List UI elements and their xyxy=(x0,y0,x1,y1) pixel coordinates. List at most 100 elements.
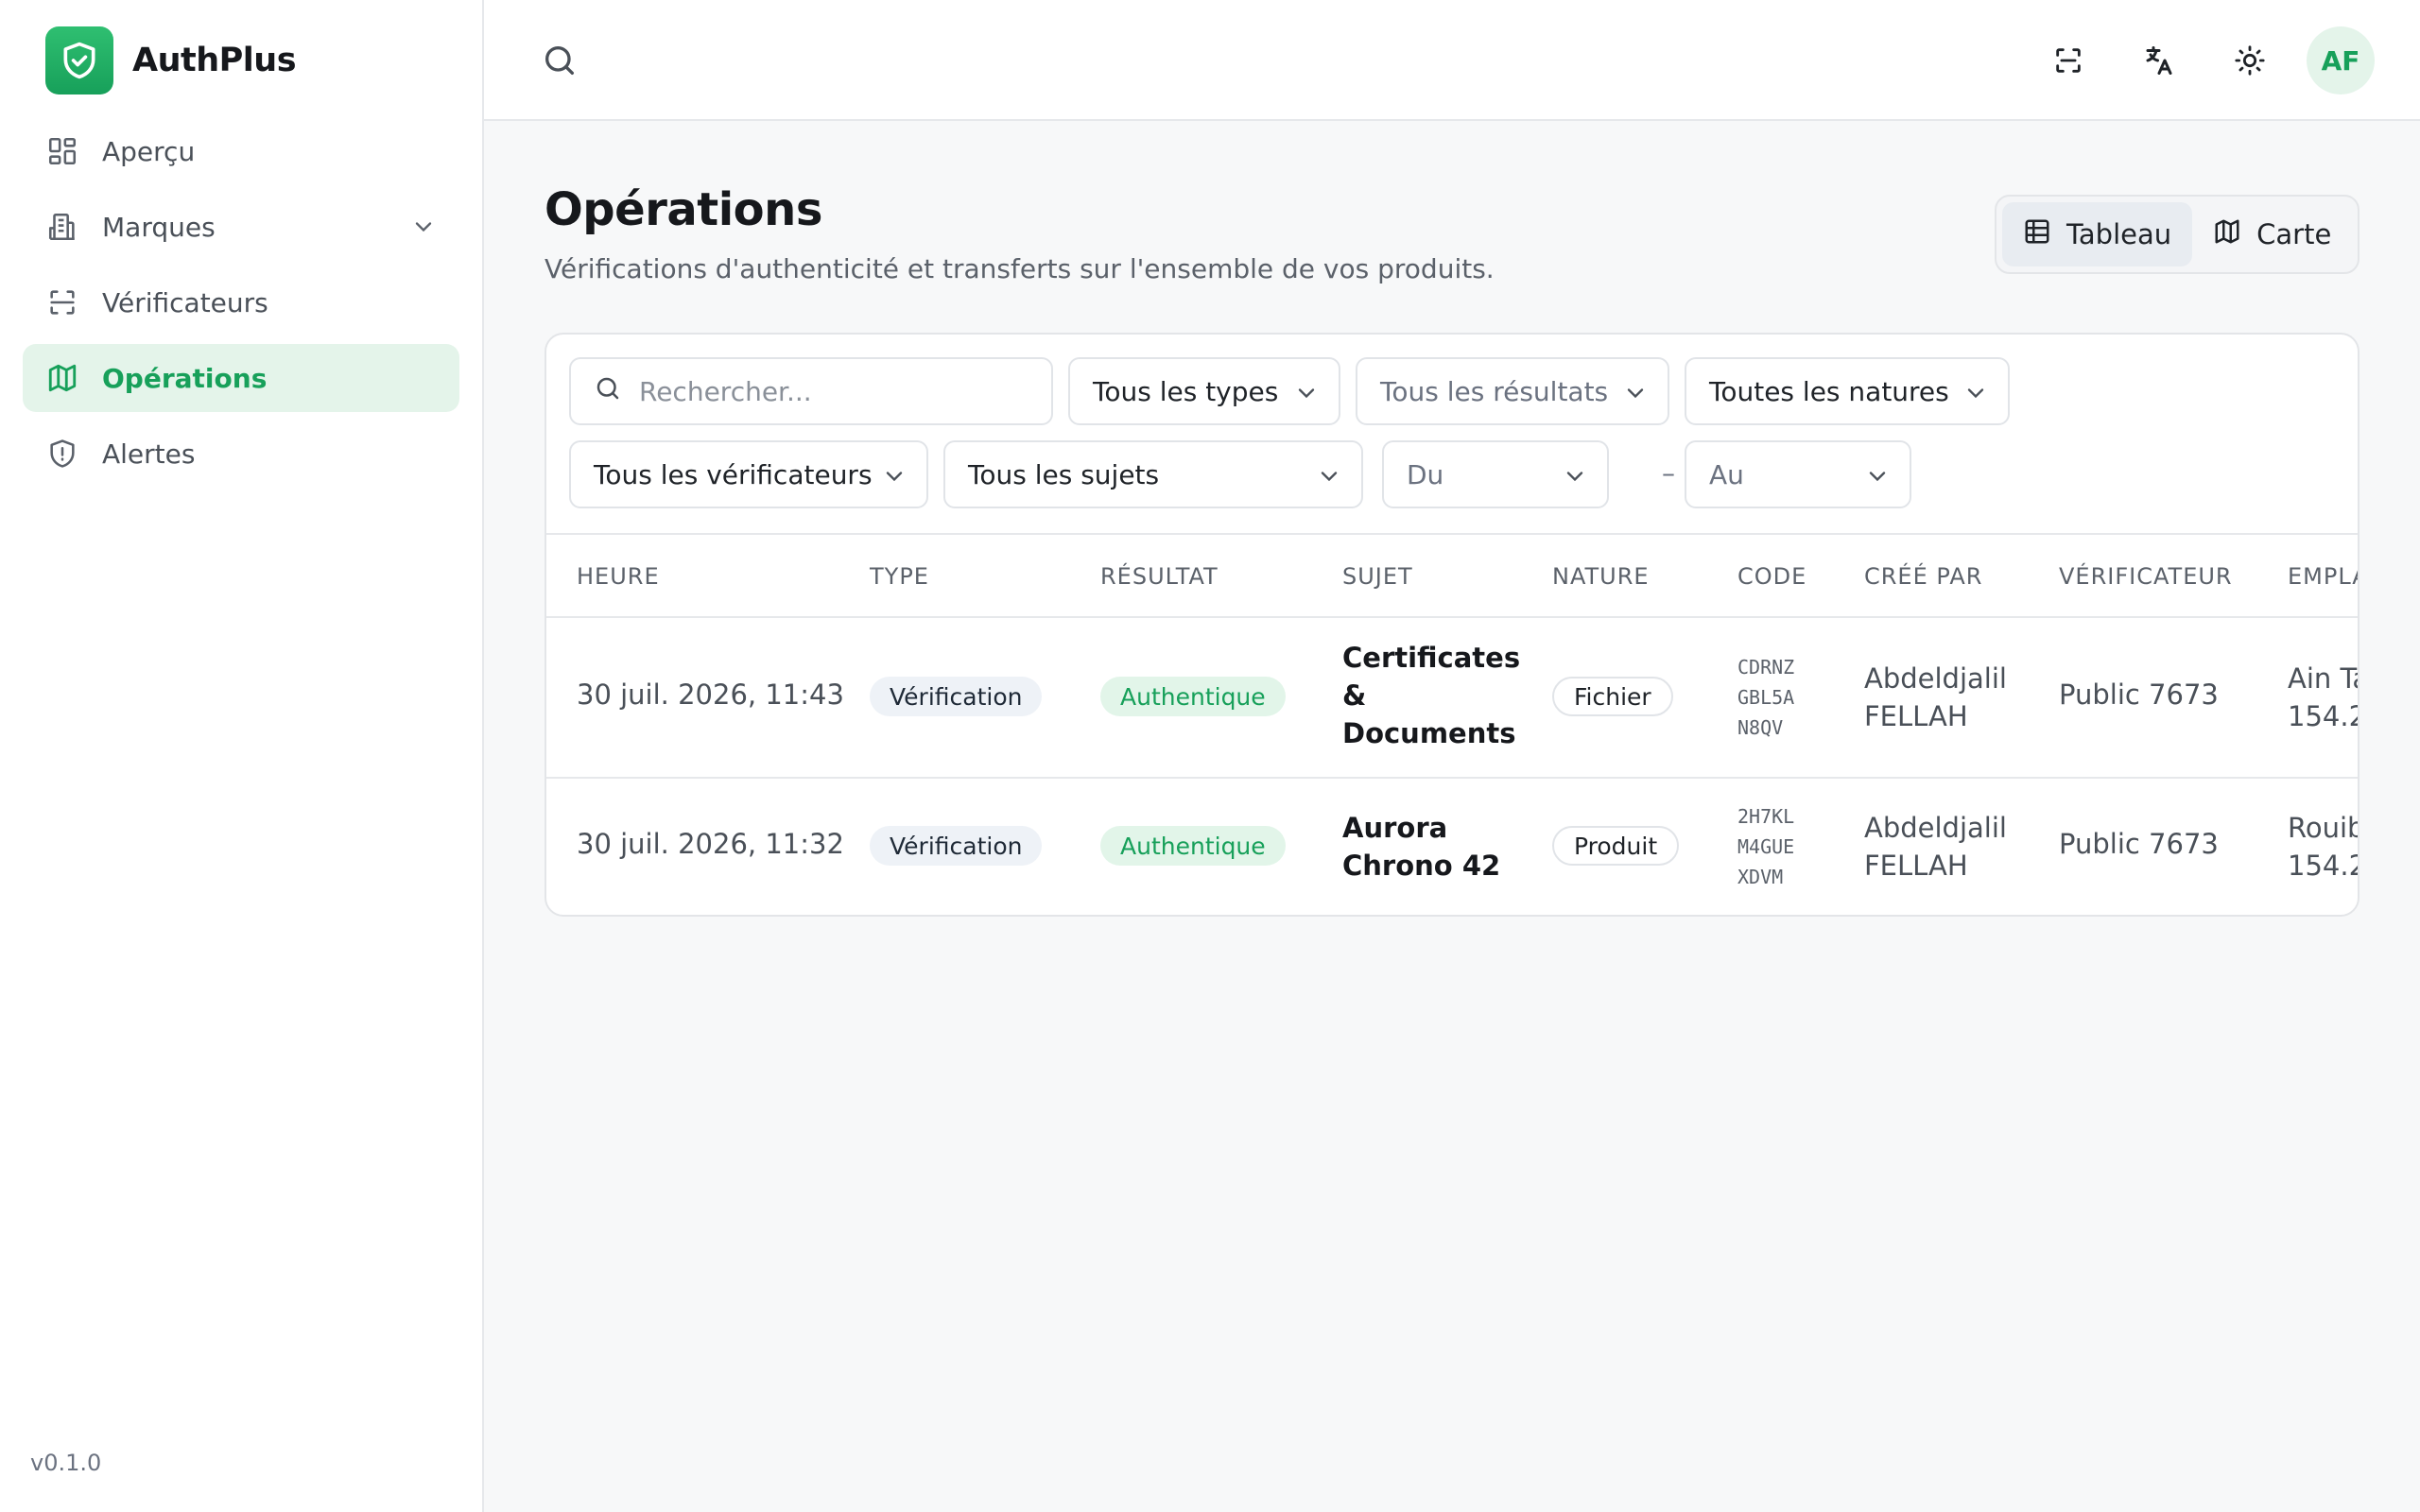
table-icon xyxy=(2023,217,2051,252)
nature-select[interactable]: Toutes les natures xyxy=(1685,357,2010,425)
type-select[interactable]: Tous les types xyxy=(1068,357,1340,425)
top-actions: AF xyxy=(2012,26,2375,94)
code-line: CDRNZ xyxy=(1737,656,1795,679)
column-header-resultat[interactable]: RÉSULTAT xyxy=(1100,563,1219,590)
row-time: 30 juil. 2026, 11:43 xyxy=(577,679,844,711)
subject-line: Chrono 42 xyxy=(1342,850,1501,882)
location-line: Ain Ta xyxy=(2288,662,2358,695)
chevron-down-icon xyxy=(1962,380,1989,413)
chevron-down-icon xyxy=(1622,380,1649,413)
search-input[interactable]: Rechercher... xyxy=(569,357,1053,425)
scan-icon[interactable] xyxy=(2034,26,2102,94)
result-badge: Authentique xyxy=(1100,677,1286,716)
sidebar-item-marques[interactable]: Marques xyxy=(23,193,459,261)
page-title: Opérations xyxy=(544,183,822,236)
view-map-button[interactable]: Carte xyxy=(2192,202,2352,266)
column-header-type[interactable]: TYPE xyxy=(870,563,929,590)
row-subject[interactable]: Aurora Chrono 42 xyxy=(1342,809,1500,885)
code-line: GBL5A xyxy=(1737,686,1795,709)
date-from-value: Du xyxy=(1407,458,1444,490)
chevron-down-icon xyxy=(1864,463,1891,496)
column-header-verificateur[interactable]: VÉRIFICATEUR xyxy=(2059,563,2233,590)
row-subject[interactable]: Certificates & Documents xyxy=(1342,639,1520,752)
scan-icon xyxy=(45,285,79,319)
sidebar-item-alertes[interactable]: Alertes xyxy=(23,420,459,488)
code-line: M4GUE xyxy=(1737,835,1795,858)
sidebar-item-label: Vérificateurs xyxy=(102,286,268,318)
subject-line: Documents xyxy=(1342,717,1516,749)
search-placeholder: Rechercher... xyxy=(639,375,812,407)
code-line: N8QV xyxy=(1737,716,1784,739)
row-time: 30 juil. 2026, 11:32 xyxy=(577,828,844,860)
date-to-select[interactable]: Au xyxy=(1685,440,1911,508)
nature-badge: Produit xyxy=(1552,826,1680,866)
view-map-label: Carte xyxy=(2256,218,2332,250)
location-line: 154.24 xyxy=(2288,850,2358,882)
sidebar-item-label: Opérations xyxy=(102,362,268,394)
table-header: HEURE TYPE RÉSULTAT SUJET NATURE CODE CR… xyxy=(546,533,2358,618)
sidebar: AuthPlus Aperçu Marques Vérificateurs Op… xyxy=(0,0,484,1512)
brand[interactable]: AuthPlus xyxy=(45,26,297,94)
row-location: Rouib 154.24 xyxy=(2288,809,2360,885)
result-select[interactable]: Tous les résultats xyxy=(1356,357,1669,425)
view-table-button[interactable]: Tableau xyxy=(2002,202,2193,266)
search-icon xyxy=(594,374,622,409)
row-created-by: Abdeldjalil FELLAH xyxy=(1864,660,2007,735)
result-badge: Authentique xyxy=(1100,826,1286,866)
search-icon[interactable] xyxy=(541,42,579,83)
nature-badge: Fichier xyxy=(1552,677,1673,716)
operations-card: Rechercher... Tous les types Tous les ré… xyxy=(544,333,2360,917)
column-header-code[interactable]: CODE xyxy=(1737,563,1806,590)
translate-icon[interactable] xyxy=(2125,26,2193,94)
avatar[interactable]: AF xyxy=(2307,26,2375,94)
sidebar-item-label: Marques xyxy=(102,211,216,243)
page-subtitle: Vérifications d'authenticité et transfer… xyxy=(544,253,1495,284)
code-line: XDVM xyxy=(1737,866,1784,888)
row-code: 2H7KL M4GUE XDVM xyxy=(1737,801,1794,892)
shield-alert-icon xyxy=(45,437,79,471)
map-icon xyxy=(2213,217,2241,252)
result-select-value: Tous les résultats xyxy=(1380,375,1609,407)
row-verifier: Public 7673 xyxy=(2059,828,2219,860)
brand-name: AuthPlus xyxy=(132,42,297,79)
table-row[interactable]: 30 juil. 2026, 11:32 Vérification Authen… xyxy=(546,779,2360,915)
sidebar-item-operations[interactable]: Opérations xyxy=(23,344,459,412)
column-header-cree-par[interactable]: CRÉÉ PAR xyxy=(1864,563,1982,590)
column-header-heure[interactable]: HEURE xyxy=(577,563,660,590)
created-by-line: FELLAH xyxy=(1864,850,1968,882)
row-location: Ain Ta 154.24 xyxy=(2288,660,2358,735)
chevron-down-icon xyxy=(881,463,908,496)
sidebar-item-verificateurs[interactable]: Vérificateurs xyxy=(23,268,459,336)
location-line: Rouib xyxy=(2288,812,2360,844)
type-badge: Vérification xyxy=(870,677,1043,716)
subject-line: Aurora xyxy=(1342,812,1448,844)
subject-select[interactable]: Tous les sujets xyxy=(943,440,1363,508)
sidebar-item-label: Aperçu xyxy=(102,135,196,167)
type-select-value: Tous les types xyxy=(1093,375,1279,407)
date-range-separator: – xyxy=(1662,457,1675,489)
date-to-value: Au xyxy=(1709,458,1744,490)
location-line: 154.24 xyxy=(2288,700,2358,732)
verifier-select[interactable]: Tous les vérificateurs xyxy=(569,440,928,508)
sun-theme-icon[interactable] xyxy=(2216,26,2284,94)
created-by-line: FELLAH xyxy=(1864,700,1968,732)
type-badge: Vérification xyxy=(870,826,1043,866)
dashboard-grid-icon xyxy=(45,134,79,168)
chevron-down-icon[interactable] xyxy=(410,214,437,247)
subject-select-value: Tous les sujets xyxy=(968,458,1160,490)
column-header-nature[interactable]: NATURE xyxy=(1552,563,1650,590)
column-header-emplacement[interactable]: EMPLA xyxy=(2288,563,2358,590)
chevron-down-icon xyxy=(1293,380,1320,413)
view-toggle: Tableau Carte xyxy=(1995,195,2360,274)
date-from-select[interactable]: Du xyxy=(1382,440,1609,508)
app-version: v0.1.0 xyxy=(30,1450,102,1476)
code-line: 2H7KL xyxy=(1737,805,1795,828)
sidebar-item-apercu[interactable]: Aperçu xyxy=(23,117,459,185)
sidebar-nav: Aperçu Marques Vérificateurs Opérations … xyxy=(23,117,459,495)
created-by-line: Abdeldjalil xyxy=(1864,812,2007,844)
column-header-sujet[interactable]: SUJET xyxy=(1342,563,1413,590)
row-created-by: Abdeldjalil FELLAH xyxy=(1864,809,2007,885)
sidebar-item-label: Alertes xyxy=(102,438,196,470)
table-row[interactable]: 30 juil. 2026, 11:43 Vérification Authen… xyxy=(546,618,2358,779)
shield-check-logo-icon xyxy=(45,26,113,94)
